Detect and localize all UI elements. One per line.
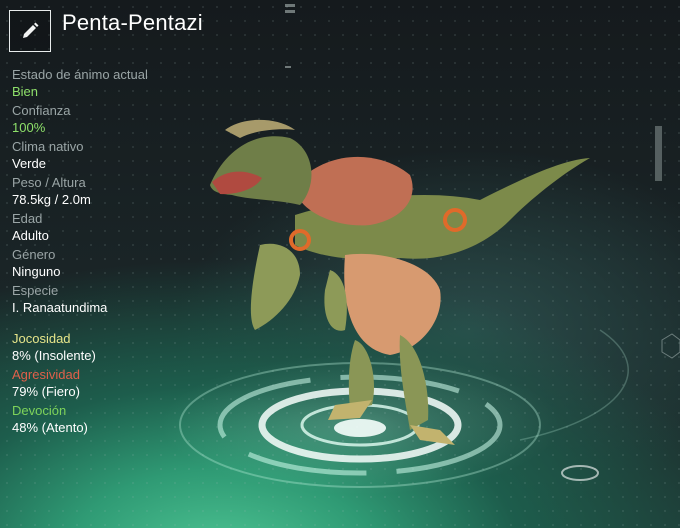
hologram-pedestal	[160, 329, 629, 495]
stat-label: Especie	[12, 283, 59, 298]
stat-value: 78.5kg / 2.0m	[12, 192, 91, 207]
stat-species: Especie I. Ranaatundima	[12, 282, 202, 316]
stat-mood: Estado de ánimo actual Bien	[12, 66, 202, 100]
trait-playfulness: Jocosidad 8% (Insolente)	[12, 330, 202, 364]
stat-climate: Clima nativo Verde	[12, 138, 202, 172]
stat-weight-height: Peso / Altura 78.5kg / 2.0m	[12, 174, 202, 208]
creature-name: Penta-Pentazi	[62, 10, 203, 35]
trait-devotion: Devoción 48% (Atento)	[12, 402, 202, 436]
stat-label: Clima nativo	[12, 139, 84, 154]
stat-label: Edad	[12, 211, 43, 226]
header: Penta-Pentazi	[9, 10, 203, 52]
stat-value: Verde	[12, 156, 46, 171]
stat-value: I. Ranaatundima	[12, 300, 108, 315]
trait-label: Devoción	[12, 403, 67, 418]
stat-label: Confianza	[12, 103, 71, 118]
trait-value: 8% (Insolente)	[12, 348, 96, 363]
trait-value: 48% (Atento)	[12, 420, 88, 435]
trait-label: Agresividad	[12, 367, 80, 382]
edit-name-button[interactable]	[9, 10, 51, 52]
stat-age: Edad Adulto	[12, 210, 202, 244]
trait-aggression: Agresividad 79% (Fiero)	[12, 366, 202, 400]
stat-value: Ninguno	[12, 264, 61, 279]
stats-panel: Estado de ánimo actual Bien Confianza 10…	[12, 66, 202, 438]
stat-label: Género	[12, 247, 56, 262]
stat-value: 100%	[12, 120, 46, 135]
trait-label: Jocosidad	[12, 331, 71, 346]
stat-label: Estado de ánimo actual	[12, 67, 148, 82]
pencil-icon	[23, 22, 39, 38]
traits-panel: Jocosidad 8% (Insolente) Agresividad 79%…	[12, 330, 202, 436]
stat-value: Adulto	[12, 228, 49, 243]
stat-trust: Confianza 100%	[12, 102, 202, 136]
trait-value: 79% (Fiero)	[12, 384, 80, 399]
stat-gender: Género Ninguno	[12, 246, 202, 280]
stat-label: Peso / Altura	[12, 175, 86, 190]
stat-value: Bien	[12, 84, 39, 99]
